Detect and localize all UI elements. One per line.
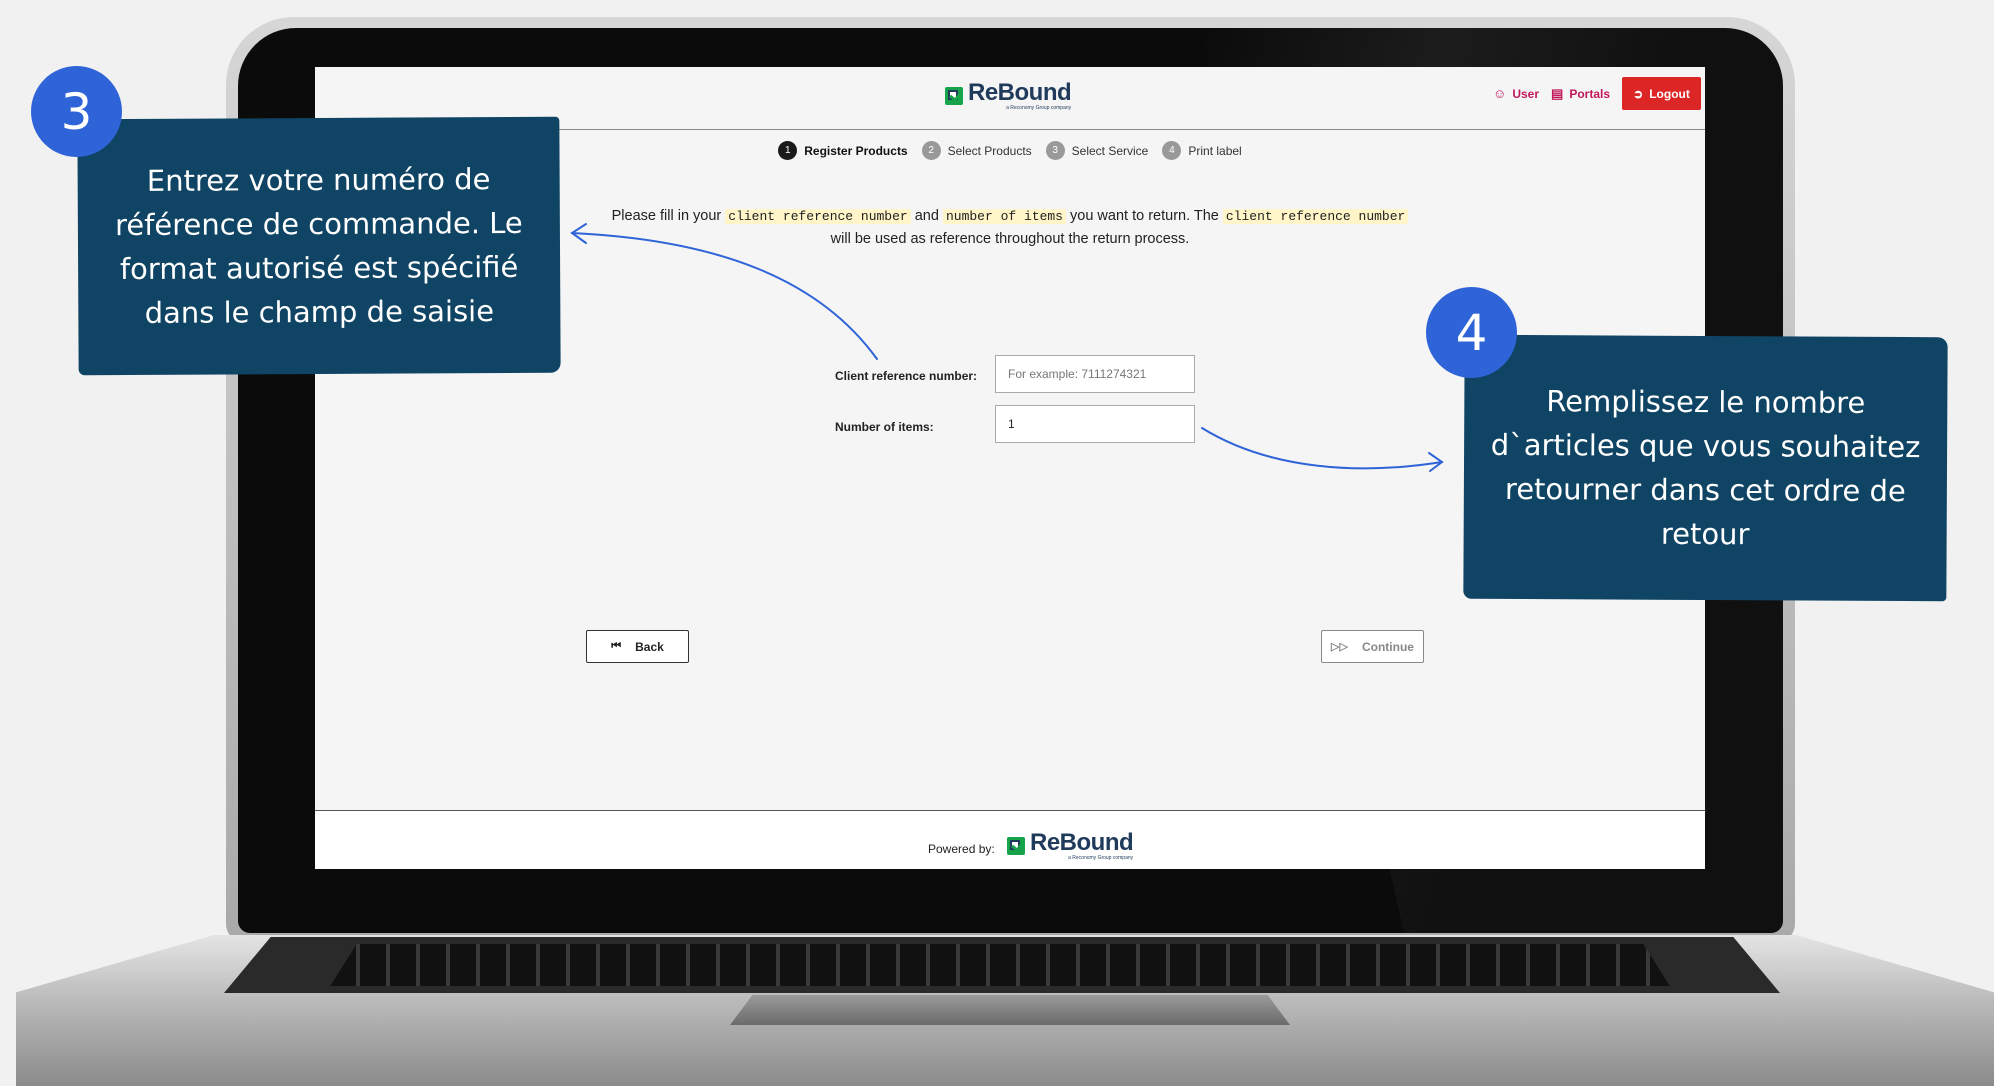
- callout-step-3: Entrez votre numéro de référence de comm…: [77, 116, 561, 376]
- intro-text: will be used as reference throughout the…: [830, 231, 1190, 247]
- client-reference-input[interactable]: [995, 355, 1195, 393]
- brand-name: ReBound: [968, 79, 1072, 106]
- intro-text: and: [910, 208, 943, 224]
- logout-label: Logout: [1649, 86, 1690, 101]
- callout-step-4: Remplissez le nombre d`articles que vous…: [1463, 334, 1948, 602]
- footer-logo: ReBound a Reconomy Group company: [1007, 829, 1134, 861]
- logout-icon: ➲: [1633, 86, 1644, 101]
- step-number: 1: [778, 141, 798, 160]
- brand-tagline: a Reconomy Group company: [1006, 105, 1072, 111]
- step-select-service: 3 Select Service: [1045, 141, 1149, 160]
- callout-4-badge: 4: [1426, 287, 1517, 378]
- step-label: Select Service: [1071, 143, 1149, 158]
- user-label: User: [1512, 86, 1540, 101]
- footer-brand-name: ReBound: [1030, 829, 1134, 856]
- step-label: Print label: [1188, 143, 1242, 158]
- portals-icon: ▤: [1551, 85, 1564, 101]
- user-icon: ☺: [1493, 86, 1507, 101]
- instructions-text: Please fill in your client reference num…: [605, 205, 1415, 251]
- step-print-label: 4 Print label: [1162, 141, 1242, 160]
- user-link[interactable]: ☺ User: [1493, 86, 1539, 101]
- callout-3-badge: 3: [31, 66, 122, 157]
- app-footer: Powered by: ReBound a Reconomy Group com…: [315, 810, 1705, 869]
- step-register-products: 1 Register Products: [778, 141, 908, 160]
- step-select-products: 2 Select Products: [921, 141, 1032, 160]
- step-number: 2: [921, 141, 941, 160]
- client-reference-label: Client reference number:: [835, 369, 978, 383]
- intro-text: you want to return. The: [1066, 208, 1223, 224]
- back-label: Back: [635, 639, 664, 654]
- header-nav: ☺ User ▤ Portals ➲ Logout: [1493, 77, 1701, 110]
- back-button[interactable]: ⏮ Back: [586, 630, 689, 663]
- intro-text: Please fill in your: [611, 208, 726, 224]
- number-of-items-input[interactable]: [995, 405, 1195, 443]
- number-of-items-label: Number of items:: [835, 420, 934, 434]
- callout-4-text: Remplissez le nombre d`articles que vous…: [1490, 384, 1921, 552]
- intro-code: client reference number: [725, 209, 911, 224]
- powered-by-label: Powered by:: [928, 842, 995, 856]
- continue-button[interactable]: ▷▷ Continue: [1321, 630, 1424, 663]
- callout-3-text: Entrez votre numéro de référence de comm…: [114, 162, 523, 330]
- portals-link[interactable]: ▤ Portals: [1551, 86, 1610, 102]
- skip-back-icon: ⏮: [611, 640, 622, 652]
- fast-forward-icon: ▷▷: [1331, 641, 1348, 653]
- step-number: 3: [1045, 141, 1065, 160]
- laptop-trackpad-notch: [730, 995, 1290, 1025]
- intro-code: client reference number: [1222, 209, 1409, 224]
- laptop-keyboard: [330, 944, 1670, 986]
- intro-code: number of items: [942, 209, 1066, 224]
- rebound-logo-icon: [945, 87, 963, 105]
- continue-label: Continue: [1361, 639, 1414, 654]
- step-label: Select Products: [947, 143, 1032, 158]
- footer-brand-tagline: a Reconomy Group company: [1068, 855, 1134, 861]
- rebound-logo-icon: [1007, 837, 1025, 855]
- logout-button[interactable]: ➲ Logout: [1622, 77, 1701, 110]
- step-number: 4: [1162, 141, 1182, 160]
- step-label: Register Products: [804, 143, 908, 158]
- portals-label: Portals: [1569, 86, 1610, 101]
- brand-logo[interactable]: ReBound a Reconomy Group company: [945, 79, 1072, 111]
